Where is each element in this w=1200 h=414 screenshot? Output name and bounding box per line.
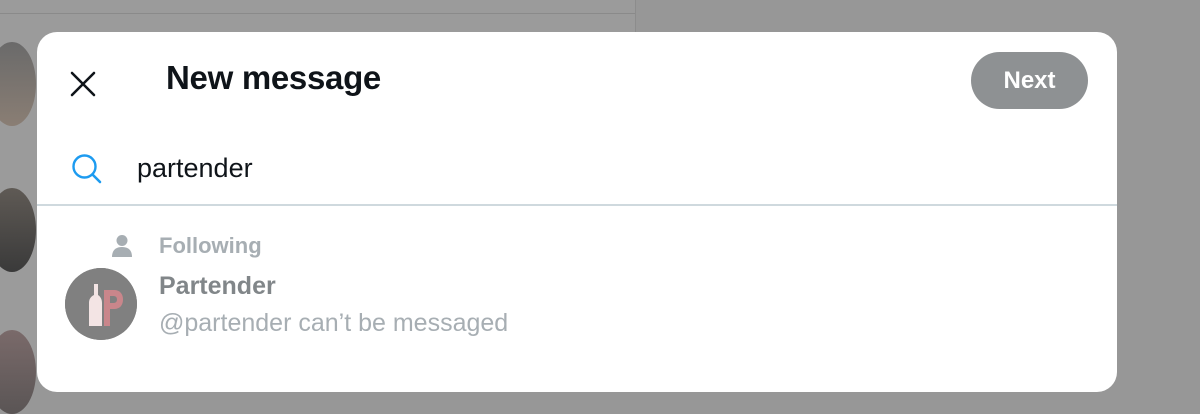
- partender-logo-icon: [65, 268, 137, 340]
- background-avatar: [0, 42, 36, 126]
- background-avatar: [0, 330, 36, 414]
- close-button[interactable]: [59, 60, 107, 108]
- user-result-row[interactable]: Partender @partender can’t be messaged: [37, 264, 1117, 344]
- person-icon: [112, 235, 132, 257]
- new-message-dialog: New message Next Following Partender @pa…: [37, 32, 1117, 392]
- people-search: [37, 136, 1117, 206]
- search-icon: [72, 154, 102, 184]
- search-input[interactable]: [137, 150, 1037, 186]
- next-button[interactable]: Next: [971, 52, 1088, 109]
- user-status: @partender can’t be messaged: [159, 309, 509, 337]
- section-label: Following: [159, 233, 262, 258]
- background-avatar: [0, 188, 36, 272]
- user-name: Partender: [159, 272, 276, 300]
- dialog-header: New message Next: [37, 32, 1117, 128]
- dialog-title: New message: [166, 59, 381, 96]
- avatar: [65, 268, 137, 340]
- background-divider: [0, 13, 635, 14]
- close-icon: [70, 71, 96, 97]
